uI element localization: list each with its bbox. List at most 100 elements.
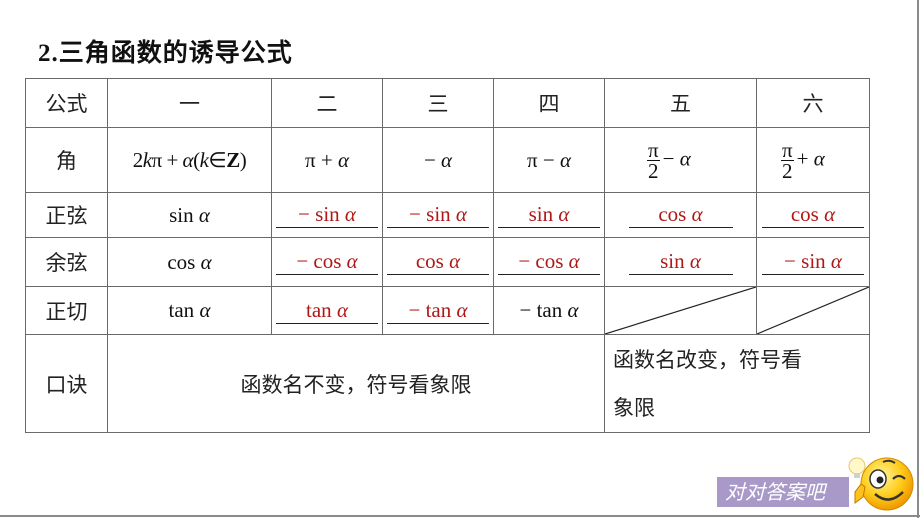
rhyme-label: 口诀: [25, 334, 108, 433]
fn-var: α: [336, 297, 348, 322]
angle-part: ∈: [208, 147, 227, 172]
sine-answer-4: sin α: [493, 192, 605, 238]
fn-var: α: [199, 298, 211, 322]
tangent-given: tan α: [107, 286, 272, 335]
fn-name: tan: [306, 297, 337, 322]
rhyme-row: 口诀 函数名不变，符号看象限 函数名改变，符号看 象限: [25, 334, 870, 433]
sine-row: 正弦 sin α − sin α − sin α sin α cos α cos…: [25, 192, 870, 238]
answer-blank: − sin α: [276, 202, 378, 228]
tangent-na-cell-5: [604, 286, 757, 335]
fn-name: − sin: [298, 202, 345, 226]
answer-blank: cos α: [762, 202, 864, 228]
angle-cell-2: π + α: [271, 127, 383, 193]
header-col-6: 六: [756, 78, 870, 128]
fn-name: sin: [169, 202, 199, 227]
header-col-5: 五: [604, 78, 757, 128]
fn-var: α: [558, 202, 570, 226]
page-border-bottom: [0, 515, 920, 517]
tangent-answer-2: tan α: [271, 286, 383, 335]
fraction-pi-over-2: π2: [647, 137, 660, 183]
fraction-pi-over-2: π2: [781, 137, 794, 183]
angle-var: α: [441, 147, 453, 172]
angle-part: k: [142, 147, 152, 172]
angle-part: π +: [151, 147, 183, 172]
fn-name: − sin: [409, 202, 456, 226]
cosine-given: cos α: [107, 237, 272, 287]
answer-blank: cos α: [387, 249, 489, 275]
angle-var: α: [679, 145, 691, 170]
rhyme-right-line2: 象限: [613, 395, 655, 420]
sine-answer-2: − sin α: [271, 192, 383, 238]
diagonal-slash: [605, 287, 756, 334]
header-row: 公式 一 二 三 四 五 六: [25, 78, 870, 128]
header-col-2: 二: [271, 78, 383, 128]
fn-name: − cos: [296, 249, 347, 273]
answer-blank: sin α: [628, 249, 733, 275]
angle-part: ): [239, 147, 247, 172]
angle-cell-5: π 2− α: [604, 127, 757, 193]
fraction-denominator: 2: [782, 158, 793, 183]
cosine-answer-6: − sin α: [756, 237, 870, 287]
angle-text: π −: [527, 147, 560, 172]
answer-blank: − cos α: [498, 249, 600, 275]
fn-name: cos: [415, 249, 450, 273]
angle-op: −: [662, 145, 680, 170]
fn-var: α: [449, 249, 461, 273]
fn-name: − tan: [519, 298, 568, 322]
rhyme-left: 函数名不变，符号看象限: [107, 334, 605, 433]
induction-formula-table: 公式 一 二 三 四 五 六 角 2kπ + α(k∈Z) π + α − α …: [25, 78, 870, 433]
angle-text: π +: [305, 147, 338, 172]
angle-row: 角 2kπ + α(k∈Z) π + α − α π − α π 2− α π 2 +…: [25, 127, 870, 193]
winking-smiley-lightbulb-icon: [848, 457, 914, 511]
header-col-3: 三: [382, 78, 494, 128]
fn-var: α: [568, 249, 580, 273]
fn-name: cos: [167, 249, 201, 274]
answer-blank: − cos α: [276, 249, 378, 275]
angle-cell-6: π 2 + α: [756, 127, 870, 193]
answer-blank: − sin α: [387, 202, 489, 228]
fn-var: α: [456, 297, 468, 322]
sine-answer-3: − sin α: [382, 192, 494, 238]
cosine-answer-3: cos α: [382, 237, 494, 287]
answer-blank: cos α: [628, 202, 733, 228]
fn-name: tan: [168, 298, 200, 322]
fraction-denominator: 2: [648, 158, 659, 183]
sine-label: 正弦: [25, 192, 108, 238]
fn-var: α: [200, 249, 212, 274]
sine-answer-6: cos α: [756, 192, 870, 238]
fn-name: − tan: [408, 297, 457, 322]
angle-part: 2: [132, 147, 144, 172]
fn-name: cos: [790, 202, 825, 226]
fn-var: α: [689, 249, 701, 273]
cosine-answer-2: − cos α: [271, 237, 383, 287]
section-title-text: 三角函数的诱导公式: [58, 38, 293, 67]
angle-cell-4: π − α: [493, 127, 605, 193]
angle-label: 角: [25, 127, 108, 193]
section-title: 2.三角函数的诱导公式: [38, 33, 293, 69]
tangent-na-cell-6: [756, 286, 870, 335]
section-number: 2.: [38, 40, 59, 67]
tangent-static-4: − tan α: [493, 286, 605, 335]
answer-blank: − tan α: [387, 298, 489, 324]
angle-text: −: [423, 147, 442, 172]
fn-var: α: [346, 249, 358, 273]
fraction-numerator: π: [647, 137, 660, 162]
header-col-1: 一: [107, 78, 272, 128]
check-answers-button[interactable]: 对对答案吧: [717, 477, 849, 507]
cosine-answer-5: sin α: [604, 237, 757, 287]
diagonal-slash: [757, 287, 869, 334]
tangent-answer-3: − tan α: [382, 286, 494, 335]
rhyme-right: 函数名改变，符号看 象限: [604, 334, 870, 433]
fn-name: sin: [528, 202, 559, 226]
answer-blank: − sin α: [762, 249, 864, 275]
fraction-numerator: π: [781, 137, 794, 162]
rhyme-right-line1: 函数名改变，符号看: [613, 347, 802, 372]
fn-var: α: [691, 202, 703, 226]
sine-given: sin α: [107, 192, 272, 238]
fn-var: α: [344, 202, 356, 226]
angle-cell-3: − α: [382, 127, 494, 193]
cosine-answer-4: − cos α: [493, 237, 605, 287]
fn-name: sin: [660, 249, 690, 273]
angle-cell-1: 2kπ + α(k∈Z): [107, 127, 272, 193]
tangent-row: 正切 tan α tan α − tan α − tan α: [25, 286, 870, 335]
